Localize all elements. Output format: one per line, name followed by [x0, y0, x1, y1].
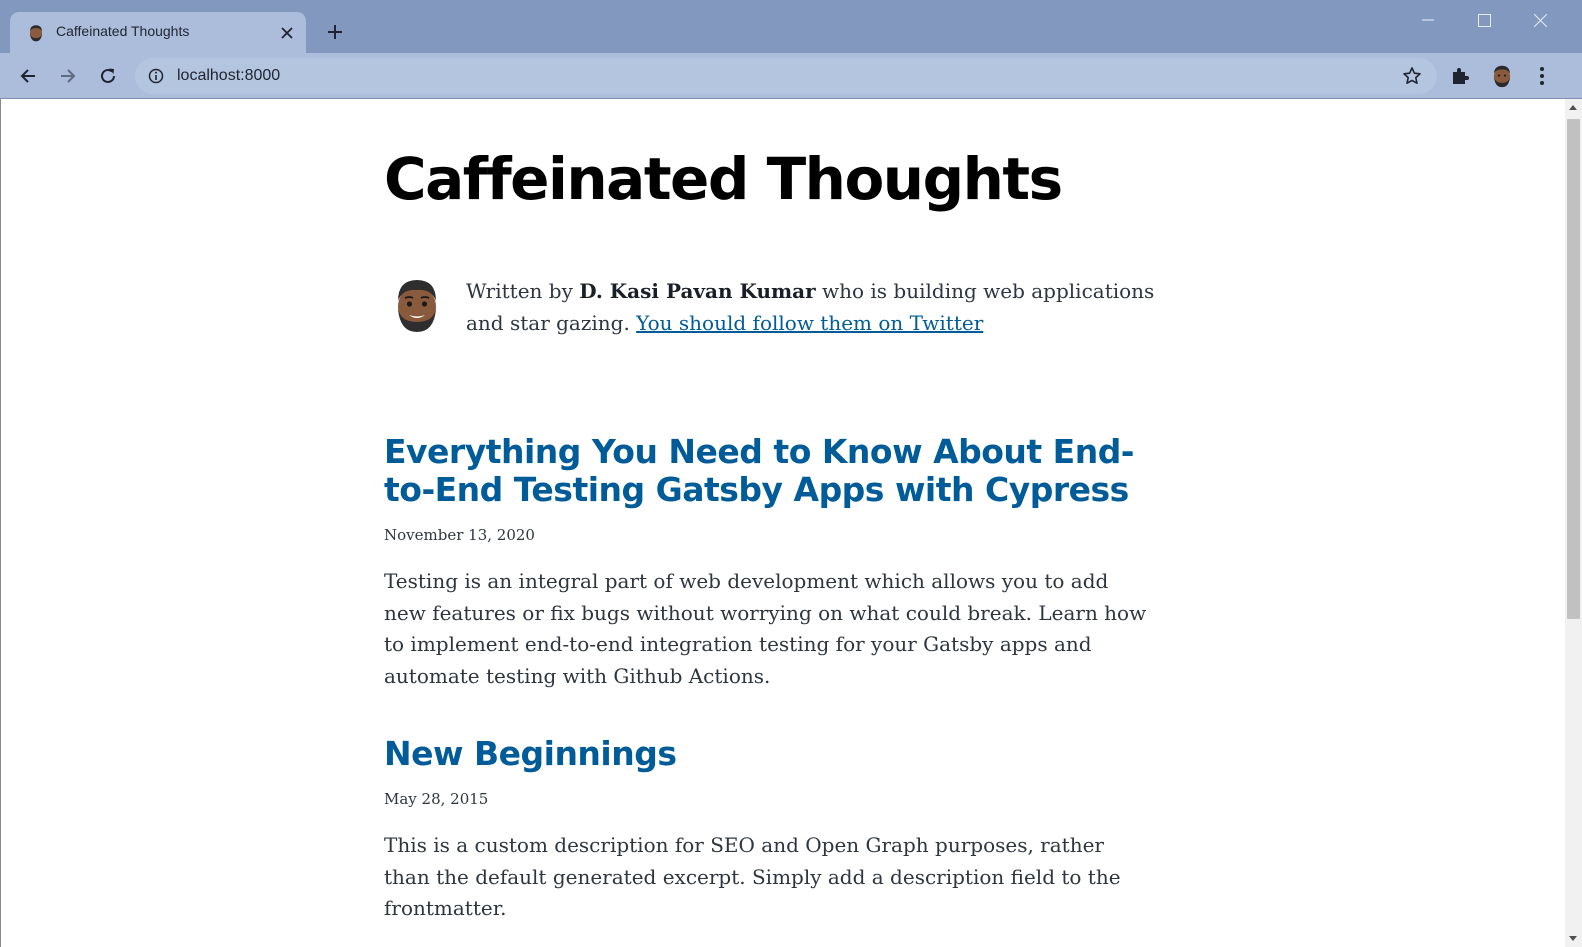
- reload-icon[interactable]: [93, 61, 123, 91]
- vertical-scrollbar[interactable]: [1565, 99, 1582, 947]
- scrollbar-thumb[interactable]: [1567, 119, 1580, 619]
- address-bar[interactable]: localhost:8000: [135, 58, 1437, 94]
- browser-toolbar: localhost:8000: [0, 53, 1582, 99]
- puzzle-icon[interactable]: [1450, 64, 1474, 88]
- post-description: Testing is an integral part of web devel…: [384, 569, 1147, 688]
- window-close-icon[interactable]: [1512, 4, 1568, 36]
- post-description: This is a custom description for SEO and…: [384, 833, 1121, 921]
- post-title-link[interactable]: New Beginnings: [384, 735, 1164, 773]
- bio-prefix: Written by: [466, 279, 580, 303]
- kebab-menu-icon[interactable]: [1532, 62, 1552, 90]
- tab-title: Caffeinated Thoughts: [56, 23, 190, 39]
- twitter-link[interactable]: You should follow them on Twitter: [636, 311, 983, 335]
- site-title[interactable]: Caffeinated Thoughts: [384, 145, 1063, 213]
- post-title-link[interactable]: Everything You Need to Know About End-to…: [384, 433, 1164, 509]
- close-icon[interactable]: [276, 22, 298, 44]
- info-icon[interactable]: [148, 68, 164, 84]
- bearded-face-avatar-icon: [392, 277, 442, 333]
- page-viewport: Caffeinated Thoughts Written by D. Kasi …: [0, 99, 1582, 947]
- author-bio: Written by D. Kasi Pavan Kumar who is bu…: [384, 275, 1164, 345]
- browser-tab-active[interactable]: Caffeinated Thoughts: [10, 12, 306, 53]
- bearded-face-favicon-icon: [27, 24, 45, 42]
- maximize-icon[interactable]: [1456, 4, 1512, 36]
- star-icon[interactable]: [1402, 66, 1422, 86]
- arrow-left-icon[interactable]: [13, 61, 43, 91]
- avatar-icon[interactable]: [1490, 64, 1514, 88]
- plus-icon[interactable]: [322, 19, 348, 45]
- author-name: D. Kasi Pavan Kumar: [579, 279, 816, 303]
- url-text[interactable]: localhost:8000: [177, 67, 280, 85]
- post-date: May 28, 2015: [384, 790, 489, 808]
- browser-tab-strip: Caffeinated Thoughts: [0, 0, 1582, 53]
- scroll-up-arrow-icon[interactable]: [1569, 105, 1577, 110]
- post-item: New Beginnings May 28, 2015 This is a cu…: [384, 735, 1164, 925]
- post-date: November 13, 2020: [384, 526, 535, 544]
- post-item: Everything You Need to Know About End-to…: [384, 433, 1164, 692]
- arrow-right-icon[interactable]: [53, 61, 83, 91]
- bio-text: Written by D. Kasi Pavan Kumar who is bu…: [466, 275, 1166, 339]
- scroll-down-arrow-icon[interactable]: [1569, 936, 1577, 941]
- minimize-icon[interactable]: [1400, 4, 1456, 36]
